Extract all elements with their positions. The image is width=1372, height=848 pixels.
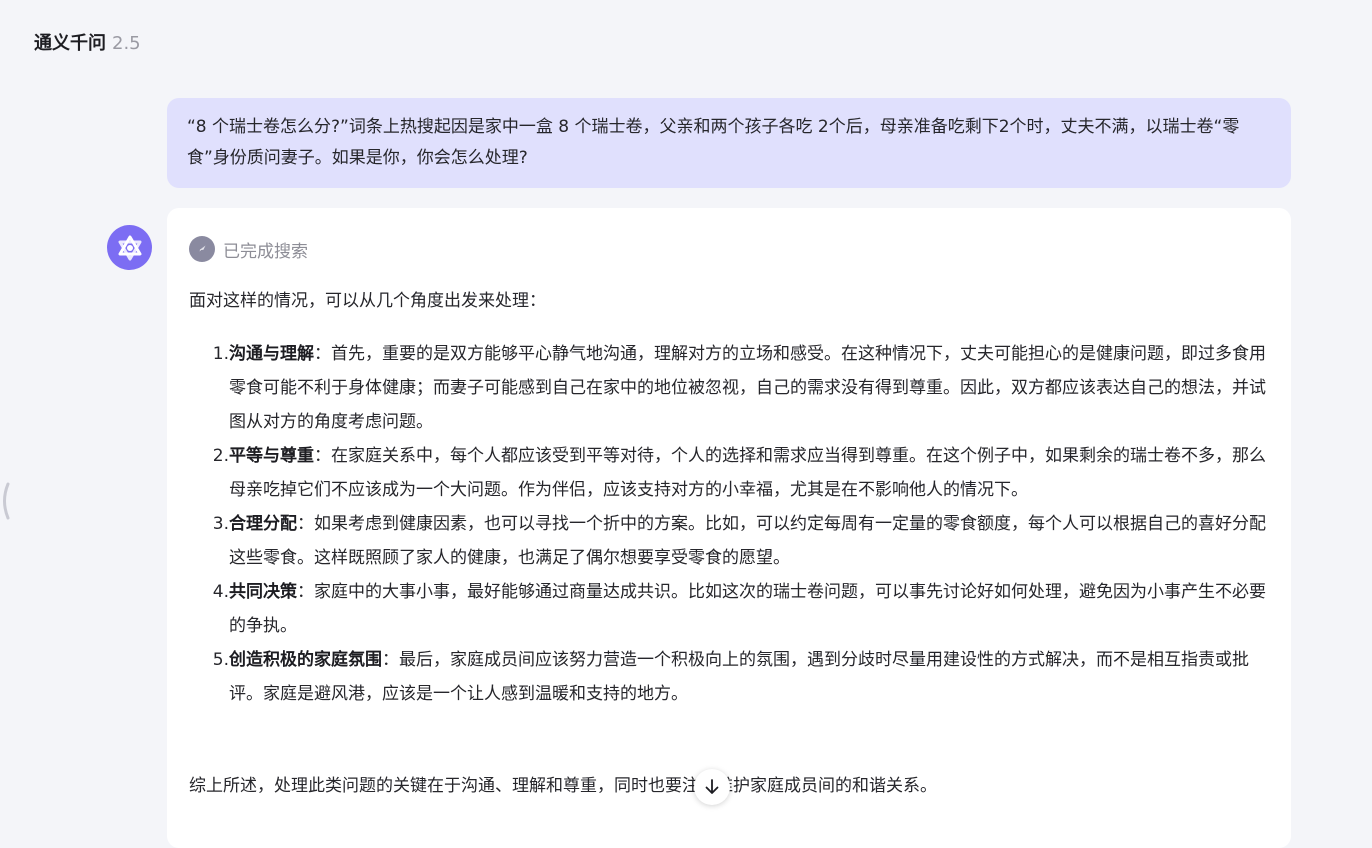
- list-item-number: 4.: [212, 582, 229, 602]
- app-name: 通义千问: [34, 33, 106, 54]
- list-item-text: 平等与尊重：在家庭关系中，每个人都应该受到平等对待，个人的选择和需求应当得到尊重…: [229, 439, 1269, 507]
- list-item-body: ：首先，重要的是双方能够平心静气地沟通，理解对方的立场和感受。在这种情况下，丈夫…: [229, 344, 1266, 432]
- assistant-avatar: [107, 225, 152, 270]
- list-item-number: 5.: [212, 650, 229, 670]
- user-message: “8 个瑞士卷怎么分?”词条上热搜起因是家中一盒 8 个瑞士卷，父亲和两个孩子各…: [167, 98, 1291, 188]
- list-item: 3. 合理分配：如果考虑到健康因素，也可以寻找一个折中的方案。比如，可以约定每周…: [189, 507, 1269, 575]
- user-message-text: “8 个瑞士卷怎么分?”词条上热搜起因是家中一盒 8 个瑞士卷，父亲和两个孩子各…: [187, 117, 1240, 168]
- chevron-left-icon: [3, 482, 10, 520]
- list-item-title: 创造积极的家庭氛围: [229, 650, 382, 670]
- list-item: 1. 沟通与理解：首先，重要的是双方能够平心静气地沟通，理解对方的立场和感受。在…: [189, 337, 1269, 439]
- list-item-text: 创造积极的家庭氛围：最后，家庭成员间应该努力营造一个积极向上的氛围，遇到分歧时尽…: [229, 643, 1269, 711]
- list-item: 5. 创造积极的家庭氛围：最后，家庭成员间应该努力营造一个积极向上的氛围，遇到分…: [189, 643, 1269, 711]
- list-item-body: ：在家庭关系中，每个人都应该受到平等对待，个人的选择和需求应当得到尊重。在这个例…: [229, 446, 1266, 500]
- list-item-title: 合理分配: [229, 514, 297, 534]
- list-item-title: 平等与尊重: [229, 446, 314, 466]
- list-item-text: 沟通与理解：首先，重要的是双方能够平心静气地沟通，理解对方的立场和感受。在这种情…: [229, 337, 1269, 439]
- sidebar-toggle[interactable]: [0, 482, 10, 520]
- search-status[interactable]: 已完成搜索: [189, 236, 308, 262]
- app-header: 通义千问 2.5: [34, 29, 141, 57]
- arrow-down-icon: [705, 779, 719, 794]
- list-item-text: 共同决策：家庭中的大事小事，最好能够通过商量达成共识。比如这次的瑞士卷问题，可以…: [229, 575, 1269, 643]
- answer-list: 1. 沟通与理解：首先，重要的是双方能够平心静气地沟通，理解对方的立场和感受。在…: [189, 337, 1269, 711]
- scroll-to-bottom-button[interactable]: [694, 769, 730, 805]
- app-version: 2.5: [112, 33, 141, 54]
- list-item-number: 1.: [212, 344, 229, 364]
- list-item-body: ：如果考虑到健康因素，也可以寻找一个折中的方案。比如，可以约定每周有一定量的零食…: [229, 514, 1266, 568]
- assistant-message: 已完成搜索 面对这样的情况，可以从几个角度出发来处理： 1. 沟通与理解：首先，…: [167, 208, 1291, 848]
- list-item: 4. 共同决策：家庭中的大事小事，最好能够通过商量达成共识。比如这次的瑞士卷问题…: [189, 575, 1269, 643]
- list-item-number: 3.: [212, 514, 229, 534]
- list-item-number: 2.: [212, 446, 229, 466]
- list-item: 2. 平等与尊重：在家庭关系中，每个人都应该受到平等对待，个人的选择和需求应当得…: [189, 439, 1269, 507]
- tongyi-logo-icon: [118, 235, 141, 260]
- search-status-label: 已完成搜索: [223, 241, 308, 262]
- answer-intro: 面对这样的情况，可以从几个角度出发来处理：: [189, 291, 546, 311]
- list-item-title: 共同决策: [229, 582, 297, 602]
- answer-summary: 综上所述，处理此类问题的关键在于沟通、理解和尊重，同时也要注重维护家庭成员间的和…: [189, 776, 937, 796]
- compass-icon: [189, 236, 215, 262]
- list-item-body: ：家庭中的大事小事，最好能够通过商量达成共识。比如这次的瑞士卷问题，可以事先讨论…: [229, 582, 1266, 636]
- list-item-title: 沟通与理解: [229, 344, 314, 364]
- list-item-text: 合理分配：如果考虑到健康因素，也可以寻找一个折中的方案。比如，可以约定每周有一定…: [229, 507, 1269, 575]
- list-item-body: ：最后，家庭成员间应该努力营造一个积极向上的氛围，遇到分歧时尽量用建设性的方式解…: [229, 650, 1249, 704]
